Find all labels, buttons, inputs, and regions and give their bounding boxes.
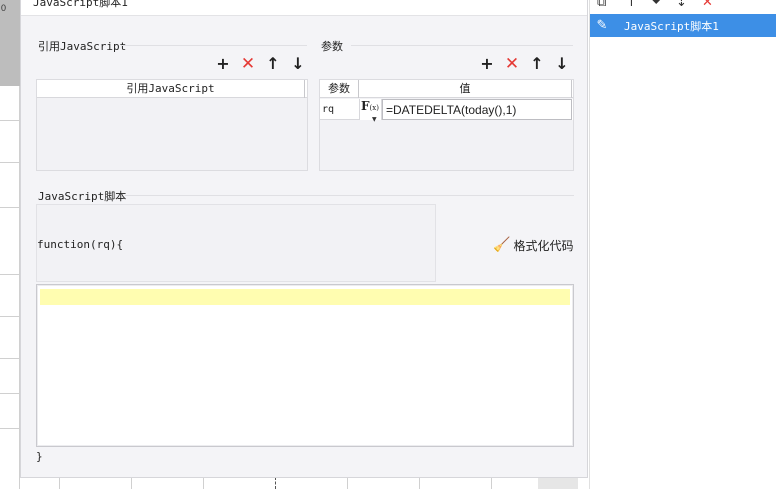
plus-icon: + [216,54,230,73]
grid-line [491,477,492,489]
section-divider [351,45,573,46]
params-move-down-button[interactable]: ↓ [553,55,571,73]
ref-js-delete-button[interactable]: ✕ [239,55,257,73]
script-list-item[interactable]: ✎ JavaScript脚本1 [590,14,776,37]
ref-js-move-down-button[interactable]: ↓ [289,55,307,73]
arrow-up-icon: ↑ [530,54,544,73]
ref-js-table: 引用JavaScript [36,79,308,171]
dropdown-triangle-icon: ▼ [372,116,377,123]
function-header-area: function(rq){ [36,204,436,282]
row-number: 0 [1,3,7,13]
script-list-panel: ⧉ ↑ ⏷ ⇣ ✕ ✎ JavaScript脚本1 [589,0,776,489]
params-table-header: 参数 值 [320,80,573,98]
grid-shaded-cell [538,477,578,489]
grid-line [419,477,420,489]
current-line-highlight[interactable] [40,289,570,305]
ref-js-table-header: 引用JavaScript [37,80,307,98]
formula-icon-sub: (x) [369,104,379,112]
row-header-column: 0 [0,0,20,489]
format-code-label: 格式化代码 [513,238,574,253]
grid-line [0,393,20,394]
grid-line [0,162,20,163]
formula-icon: F [361,99,370,113]
params-name-column-header[interactable]: 参数 [320,80,359,98]
arrow-up-icon[interactable]: ↑ [626,0,637,10]
arrow-down-icon: ↓ [555,54,569,73]
grid-line [203,477,204,489]
params-value-column-header[interactable]: 值 [359,80,572,98]
section-divider [121,45,307,46]
section-divider [125,195,574,196]
code-editor[interactable] [36,284,574,447]
broom-icon: 🧹 [493,237,511,253]
arrow-up-icon: ↑ [266,54,280,73]
params-table: 参数 值 rq F(x) ▼ =DATEDELTA(today(),1) [319,79,574,171]
bottom-grid-strip [20,477,590,489]
arrow-down-icon[interactable]: ⏷ [651,0,661,10]
delete-icon: ✕ [240,54,256,74]
grid-line [131,477,132,489]
params-delete-button[interactable]: ✕ [503,55,521,73]
plus-icon: + [480,54,494,73]
delete-icon: ✕ [504,54,520,74]
grid-line [0,358,20,359]
dialog-titlebar: JavaScript脚本1 [21,0,587,16]
param-value-field[interactable]: =DATEDELTA(today(),1) [382,99,572,120]
pencil-icon: ✎ [596,18,608,33]
formula-button[interactable]: F(x) ▼ [360,99,382,123]
grid-line [0,207,20,208]
grid-line [0,120,20,121]
grid-line [0,428,20,429]
grid-line [0,274,20,275]
grid-line [347,477,348,489]
function-closing-brace: } [36,450,43,463]
ref-js-move-up-button[interactable]: ↑ [264,55,282,73]
params-section-label: 参数 [321,40,343,53]
grid-line [59,477,60,489]
params-add-button[interactable]: + [478,55,496,73]
function-header-text: function(rq){ [37,238,124,251]
script-list-toolbar: ⧉ ↑ ⏷ ⇣ ✕ [590,0,776,12]
params-move-up-button[interactable]: ↑ [528,55,546,73]
ref-js-column-header[interactable]: 引用JavaScript [37,80,305,98]
ref-js-add-button[interactable]: + [214,55,232,73]
grid-line [0,316,20,317]
javascript-dialog: JavaScript脚本1 引用JavaScript + ✕ ↑ ↓ 引用Jav… [20,0,588,478]
script-list-item-label: JavaScript脚本1 [624,19,719,33]
format-code-button[interactable]: 🧹 格式化代码 [493,236,573,254]
script-section-label: JavaScript脚本 [38,190,127,203]
arrow-down-icon: ↓ [291,54,305,73]
param-name-cell[interactable]: rq [320,99,360,120]
copy-icon[interactable]: ⧉ [597,0,606,10]
delete-icon[interactable]: ✕ [702,0,713,10]
table-row[interactable]: rq F(x) ▼ =DATEDELTA(today(),1) [320,99,573,123]
ref-js-section-label: 引用JavaScript [38,40,127,53]
grid-line [275,477,276,489]
dialog-title: JavaScript脚本1 [33,0,128,9]
move-down-icon[interactable]: ⇣ [676,0,687,10]
